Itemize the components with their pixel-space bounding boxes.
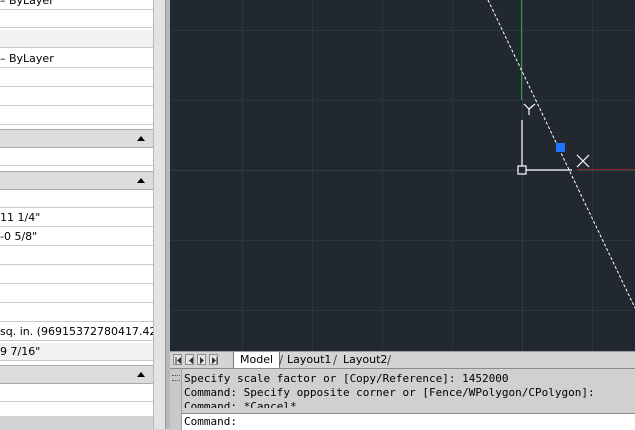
property-value: – ByLayer	[0, 52, 54, 65]
command-history[interactable]: Specify scale factor or [Copy/Reference]…	[184, 372, 635, 408]
property-row-linetype[interactable]: – ByLayer	[0, 0, 153, 10]
collapse-arrow-icon[interactable]	[137, 372, 145, 377]
property-value: 9 7/16"	[0, 345, 41, 358]
last-layout-icon[interactable]	[209, 354, 218, 365]
command-prompt: Command:	[184, 415, 237, 428]
command-history-line: Specify scale factor or [Copy/Reference]…	[184, 372, 509, 385]
grid-major	[170, 0, 635, 351]
section-header-3d-visualization[interactable]	[0, 129, 153, 148]
property-row[interactable]	[0, 266, 153, 284]
property-value: -0 5/8"	[0, 230, 38, 243]
property-value: sq. in. (96915372780417.42...	[0, 325, 153, 338]
property-row[interactable]	[0, 88, 153, 106]
property-row-perimeter[interactable]: 9 7/16"	[0, 343, 153, 361]
command-window-grip[interactable]	[170, 369, 182, 430]
collapse-arrow-icon[interactable]	[137, 178, 145, 183]
property-row[interactable]	[0, 403, 153, 416]
command-history-line: Command: *Cancel*	[184, 400, 297, 408]
section-header-misc[interactable]	[0, 365, 153, 384]
model-space-drawing	[170, 0, 635, 351]
collapse-arrow-icon[interactable]	[137, 136, 145, 141]
palette-bottom-edge	[0, 416, 165, 429]
grip-dots-icon	[172, 375, 180, 381]
property-row[interactable]	[0, 148, 153, 166]
first-layout-icon[interactable]	[173, 354, 182, 365]
property-row[interactable]	[0, 304, 153, 322]
layout-tab-bar: Model / Layout1 / Layout2 /	[170, 351, 635, 368]
next-layout-icon[interactable]	[197, 354, 206, 365]
property-row[interactable]	[0, 247, 153, 265]
property-row[interactable]	[0, 69, 153, 87]
property-row[interactable]	[0, 384, 153, 402]
property-row-area[interactable]: sq. in. (96915372780417.42...	[0, 323, 153, 341]
property-row-lineweight[interactable]: – ByLayer	[0, 50, 153, 68]
command-line-input[interactable]: Command:	[182, 413, 635, 430]
command-window: Specify scale factor or [Copy/Reference]…	[170, 368, 635, 430]
drawing-canvas[interactable]	[170, 0, 635, 351]
property-value: 11 1/4"	[0, 211, 41, 224]
crosshair-cursor-icon	[576, 154, 590, 168]
property-row[interactable]: -0 5/8"	[0, 228, 153, 246]
ucs-icon	[517, 103, 572, 175]
tab-model[interactable]: Model	[233, 352, 281, 368]
palette-scrollbar[interactable]	[153, 0, 165, 429]
property-row[interactable]	[0, 10, 153, 28]
property-row[interactable]	[0, 30, 153, 48]
tab-layout2[interactable]: Layout2	[337, 352, 393, 368]
tab-layout1[interactable]: Layout1	[281, 352, 337, 368]
property-row[interactable]: 11 1/4"	[0, 209, 153, 227]
command-history-line: Command: Specify opposite corner or [Fen…	[184, 386, 595, 399]
property-row[interactable]	[0, 190, 153, 208]
selected-dashed-line	[487, 0, 635, 309]
grid	[170, 0, 635, 351]
tab-separator: /	[387, 353, 392, 367]
properties-palette: – ByLayer – ByLayer 11 1/4" -0 5/8" sq. …	[0, 0, 153, 416]
grip-icon[interactable]	[556, 143, 565, 152]
property-row[interactable]	[0, 285, 153, 303]
property-value: – ByLayer	[0, 0, 54, 7]
previous-layout-icon[interactable]	[185, 354, 194, 365]
section-header-geometry[interactable]	[0, 171, 153, 190]
property-row[interactable]	[0, 107, 153, 125]
